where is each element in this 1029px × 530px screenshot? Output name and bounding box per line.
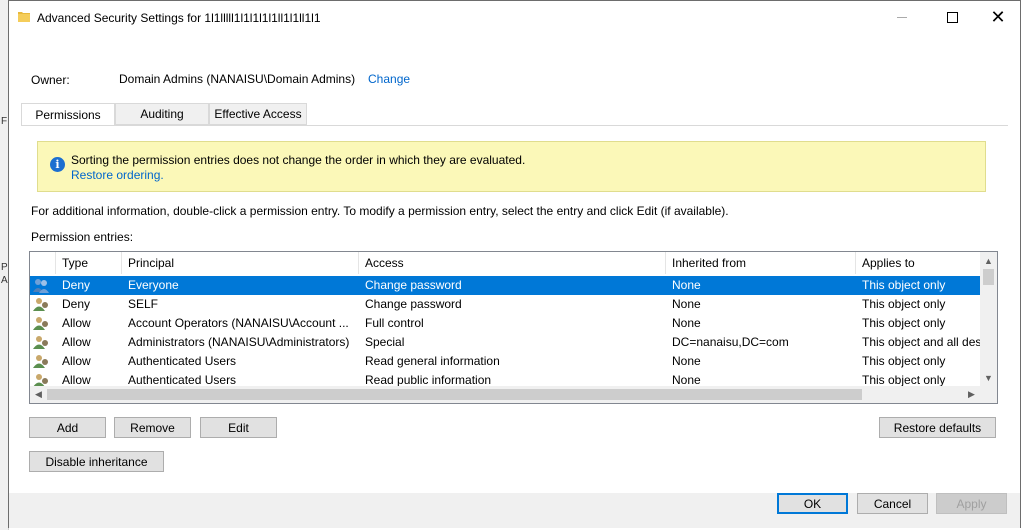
- cell-principal: Everyone: [128, 278, 179, 292]
- ok-button[interactable]: OK: [777, 493, 848, 514]
- cell-access: Read public information: [365, 373, 492, 386]
- cell-applies-to: This object and all des: [862, 335, 980, 349]
- table-row[interactable]: Allow Administrators (NANAISU\Administra…: [30, 333, 980, 352]
- cell-inherited-from: DC=nanaisu,DC=com: [672, 335, 789, 349]
- background-char: P: [1, 262, 8, 273]
- scroll-up-icon[interactable]: ▲: [980, 252, 997, 269]
- maximize-icon: [946, 12, 958, 23]
- cell-access: Read general information: [365, 354, 500, 368]
- tab-panel-divider: [21, 125, 1008, 126]
- cell-type: Deny: [62, 278, 91, 292]
- apply-button[interactable]: Apply: [936, 493, 1007, 514]
- column-header-principal[interactable]: Principal: [122, 252, 359, 274]
- cell-type: Deny: [62, 297, 91, 311]
- cell-type: Allow: [62, 335, 91, 349]
- cell-inherited-from: None: [672, 278, 701, 292]
- user-icon: [33, 355, 48, 368]
- scroll-right-icon[interactable]: ▶: [963, 386, 980, 403]
- cell-inherited-from: None: [672, 354, 701, 368]
- scrollbar-corner: [980, 386, 997, 403]
- user-icon: [33, 317, 48, 330]
- cell-type: Allow: [62, 354, 91, 368]
- info-bar: i Sorting the permission entries does no…: [37, 141, 986, 192]
- cell-access: Change password: [365, 278, 462, 292]
- scroll-left-icon[interactable]: ◀: [30, 386, 47, 403]
- cell-inherited-from: None: [672, 297, 701, 311]
- cell-access: Special: [365, 335, 405, 349]
- owner-label: Owner:: [31, 73, 70, 87]
- tab-auditing[interactable]: Auditing: [115, 103, 209, 125]
- table-row[interactable]: Deny SELF Change password None This obje…: [30, 295, 980, 314]
- vertical-scrollbar[interactable]: ▲ ▼: [980, 252, 997, 386]
- column-header-type[interactable]: Type: [56, 252, 122, 274]
- cell-inherited-from: None: [672, 316, 701, 330]
- minimize-button[interactable]: [879, 1, 925, 34]
- owner-value: Domain Admins (NANAISU\Domain Admins): [119, 72, 356, 86]
- table-row[interactable]: Allow Authenticated Users Read public in…: [30, 371, 980, 386]
- cell-access: Change password: [365, 297, 462, 311]
- cancel-button[interactable]: Cancel: [857, 493, 928, 514]
- horizontal-scrollbar[interactable]: ◀ ▶: [30, 386, 980, 403]
- user-icon: [33, 298, 48, 311]
- close-icon: ✕: [990, 6, 1006, 28]
- restore-defaults-button[interactable]: Restore defaults: [879, 417, 996, 438]
- table-row[interactable]: Allow Account Operators (NANAISU\Account…: [30, 314, 980, 333]
- folder-icon: [18, 12, 30, 22]
- maximize-button[interactable]: [929, 1, 975, 34]
- change-owner-link[interactable]: Change: [368, 72, 410, 86]
- vertical-scroll-thumb[interactable]: [983, 269, 994, 285]
- cell-principal: Account Operators (NANAISU\Account ...: [128, 316, 349, 330]
- dialog-footer: OK Cancel Apply: [9, 493, 1020, 528]
- cell-applies-to: This object only: [862, 354, 946, 368]
- table-row[interactable]: Allow Authenticated Users Read general i…: [30, 352, 980, 371]
- scroll-down-icon[interactable]: ▼: [980, 369, 997, 386]
- users-icon: [33, 279, 49, 293]
- disable-inheritance-button[interactable]: Disable inheritance: [29, 451, 164, 472]
- list-header: Type Principal Access Inherited from App…: [30, 252, 980, 274]
- window-title: Advanced Security Settings for 1l1lllll1…: [37, 11, 321, 25]
- column-header-inherited-from[interactable]: Inherited from: [666, 252, 856, 274]
- cell-type: Allow: [62, 316, 91, 330]
- cell-access: Full control: [365, 316, 424, 330]
- user-icon: [33, 374, 48, 386]
- cell-type: Allow: [62, 373, 91, 386]
- cell-applies-to: This object only: [862, 316, 946, 330]
- restore-ordering-link[interactable]: Restore ordering.: [71, 168, 164, 182]
- user-icon: [33, 336, 48, 349]
- table-row[interactable]: Deny Everyone Change password None This …: [30, 276, 980, 295]
- remove-button[interactable]: Remove: [114, 417, 191, 438]
- add-button[interactable]: Add: [29, 417, 106, 438]
- cell-principal: Authenticated Users: [128, 373, 237, 386]
- cell-principal: Authenticated Users: [128, 354, 237, 368]
- close-button[interactable]: ✕: [975, 1, 1021, 34]
- cell-inherited-from: None: [672, 373, 701, 386]
- column-header-access[interactable]: Access: [359, 252, 666, 274]
- instructions-text: For additional information, double-click…: [31, 204, 729, 218]
- tab-permissions[interactable]: Permissions: [21, 103, 115, 126]
- permission-entries-label: Permission entries:: [31, 230, 134, 244]
- permission-entries-list[interactable]: Type Principal Access Inherited from App…: [29, 251, 998, 404]
- column-header-applies-to[interactable]: Applies to: [856, 252, 980, 274]
- column-header-icon: [30, 252, 56, 274]
- background-char: A: [1, 275, 8, 286]
- info-icon: i: [50, 157, 65, 172]
- horizontal-scroll-thumb[interactable]: [47, 389, 862, 400]
- cell-principal: SELF: [128, 297, 159, 311]
- cell-applies-to: This object only: [862, 297, 946, 311]
- info-message: Sorting the permission entries does not …: [71, 153, 526, 167]
- cell-principal: Administrators (NANAISU\Administrators): [128, 335, 350, 349]
- cell-applies-to: This object only: [862, 278, 946, 292]
- cell-applies-to: This object only: [862, 373, 946, 386]
- tab-effective-access[interactable]: Effective Access: [209, 103, 307, 125]
- minimize-icon: [897, 17, 907, 18]
- title-bar[interactable]: Advanced Security Settings for 1l1lllll1…: [9, 1, 1020, 34]
- dialog-content: Owner: Domain Admins (NANAISU\Domain Adm…: [9, 34, 1020, 493]
- background-char: F: [1, 116, 8, 127]
- advanced-security-dialog: Advanced Security Settings for 1l1lllll1…: [8, 0, 1021, 528]
- edit-button[interactable]: Edit: [200, 417, 277, 438]
